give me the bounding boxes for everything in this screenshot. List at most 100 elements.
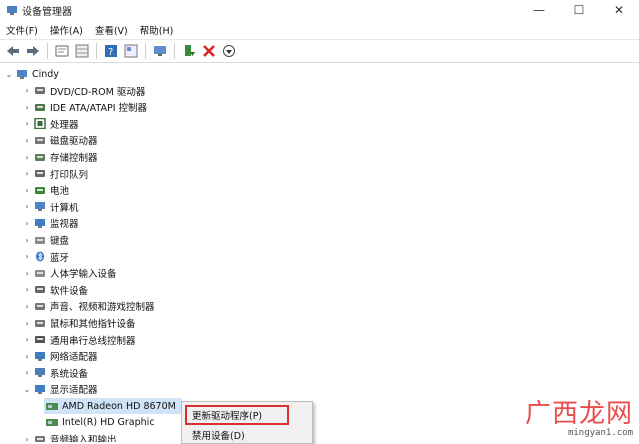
properties-icon[interactable]: [54, 43, 70, 59]
tree-category[interactable]: › 电池: [22, 182, 69, 198]
device-tree: ⌄ Cindy › DVD/CD-ROM 驱动器 › IDE ATA/ATAPI 控制…: [0, 66, 639, 442]
grid2-icon[interactable]: [123, 43, 139, 59]
grid-icon[interactable]: [74, 43, 90, 59]
tree-category[interactable]: › 处理器: [22, 116, 79, 132]
usb-icon: [34, 334, 46, 345]
toolbar-separator: [47, 43, 48, 59]
tree-category[interactable]: › 蓝牙: [22, 249, 69, 265]
monitor-icon[interactable]: [152, 43, 168, 59]
toolbar-separator: [145, 43, 146, 59]
chevron-right-icon[interactable]: ›: [22, 149, 32, 165]
tree-category-label: DVD/CD-ROM 驱动器: [50, 86, 146, 98]
chevron-right-icon[interactable]: ›: [22, 132, 32, 148]
tree-category-label: 打印队列: [50, 169, 89, 181]
toolbar: ?: [0, 40, 639, 63]
display-adapter-icon: [34, 384, 46, 395]
toolbar-separator: [174, 43, 175, 59]
tree-category-label: 处理器: [50, 119, 79, 131]
battery-icon: [34, 185, 46, 196]
tree-category[interactable]: › 打印队列: [22, 166, 88, 182]
menu-action[interactable]: 操作(A): [44, 23, 89, 37]
dvd-drive-icon: [34, 85, 46, 96]
chevron-right-icon[interactable]: ›: [22, 348, 32, 364]
back-arrow-icon[interactable]: [5, 43, 21, 59]
close-button[interactable]: ✕: [599, 0, 639, 20]
tree-category[interactable]: › 键盘: [22, 232, 69, 248]
tree-category[interactable]: › 鼠标和其他指针设备: [22, 315, 136, 331]
context-disable-device[interactable]: 禁用设备(D): [182, 426, 312, 444]
uninstall-x-icon[interactable]: [201, 43, 217, 59]
menu-file[interactable]: 文件(F): [0, 23, 44, 37]
device-manager-app-icon: [6, 4, 18, 16]
tree-category[interactable]: › 监视器: [22, 215, 79, 231]
tree-device[interactable]: Intel(R) HD Graphic: [44, 415, 155, 431]
tree-category-label: 鼠标和其他指针设备: [50, 319, 136, 330]
ide-controller-icon: [34, 102, 46, 113]
hid-icon: [34, 268, 46, 279]
tree-category[interactable]: › 通用串行总线控制器: [22, 332, 135, 348]
chevron-right-icon[interactable]: ›: [22, 83, 32, 99]
tree-category[interactable]: › 软件设备: [22, 282, 88, 298]
chevron-down-icon[interactable]: ⌄: [4, 66, 14, 82]
tree-category[interactable]: › 存储控制器: [22, 149, 98, 165]
svg-text:?: ?: [108, 47, 113, 58]
tree-category[interactable]: › IDE ATA/ATAPI 控制器: [22, 99, 147, 115]
tree-category-label: 软件设备: [50, 285, 89, 297]
tree-category-label: IDE ATA/ATAPI 控制器: [50, 103, 148, 115]
chevron-right-icon[interactable]: ›: [22, 215, 32, 231]
tree-category-label: 系统设备: [50, 368, 89, 380]
processor-icon: [34, 118, 46, 130]
tree-category-label: 监视器: [50, 219, 79, 231]
mouse-icon: [34, 318, 46, 329]
printer-icon: [34, 168, 46, 179]
tree-category[interactable]: › 人体学输入设备: [22, 265, 116, 281]
chevron-right-icon[interactable]: ›: [22, 182, 32, 198]
tree-category[interactable]: › 网络适配器: [22, 348, 98, 364]
chevron-right-icon[interactable]: ›: [22, 166, 32, 182]
chevron-right-icon[interactable]: ›: [22, 365, 32, 381]
tree-category[interactable]: ⌄ 显示适配器: [22, 381, 98, 397]
chevron-right-icon[interactable]: ›: [22, 332, 32, 348]
watermark: 广西龙网 mingyan1.com: [525, 400, 633, 438]
chevron-down-icon[interactable]: ⌄: [22, 381, 32, 397]
chevron-right-icon[interactable]: ›: [22, 249, 32, 265]
tree-category[interactable]: › 音频输入和输出: [22, 431, 117, 442]
chevron-right-icon[interactable]: ›: [22, 298, 32, 314]
chevron-right-icon[interactable]: ›: [22, 315, 32, 331]
chevron-right-icon[interactable]: ›: [22, 199, 32, 215]
minimize-button[interactable]: —: [519, 0, 559, 20]
tree-device-label: Intel(R) HD Graphic: [62, 417, 155, 429]
chevron-right-icon[interactable]: ›: [22, 116, 32, 132]
monitor-icon: [34, 218, 46, 229]
system-device-icon: [34, 367, 46, 378]
forward-arrow-icon[interactable]: [25, 43, 41, 59]
tree-category-label: 键盘: [50, 236, 70, 247]
watermark-text: 广西龙网: [524, 399, 633, 429]
disk-drive-icon: [34, 135, 46, 146]
tree-category[interactable]: › 磁盘驱动器: [22, 132, 97, 148]
tree-category-label: 音频输入和输出: [50, 435, 117, 442]
menu-view[interactable]: 查看(V): [89, 23, 134, 37]
tree-category-label: 存储控制器: [50, 153, 98, 164]
tree-category[interactable]: › 系统设备: [22, 365, 88, 381]
tree-device[interactable]: AMD Radeon HD 8670M: [44, 398, 182, 414]
add-driver-icon[interactable]: [181, 43, 197, 59]
scan-icon[interactable]: [221, 43, 237, 59]
tree-root[interactable]: ⌄ Cindy: [4, 66, 59, 82]
window-controls: — ☐ ✕: [519, 0, 639, 20]
computer-icon: [34, 201, 46, 212]
maximize-button[interactable]: ☐: [559, 0, 599, 20]
chevron-right-icon[interactable]: ›: [22, 99, 32, 115]
chevron-right-icon[interactable]: ›: [22, 431, 32, 442]
menu-help[interactable]: 帮助(H): [134, 23, 180, 37]
tree-category[interactable]: › 声音、视频和游戏控制器: [22, 298, 154, 314]
display-card-icon: [46, 401, 58, 412]
software-device-icon: [34, 284, 46, 295]
tree-category[interactable]: › DVD/CD-ROM 驱动器: [22, 83, 145, 99]
chevron-right-icon[interactable]: ›: [22, 265, 32, 281]
help-icon[interactable]: ?: [103, 43, 119, 59]
audio-io-icon: [34, 434, 46, 442]
chevron-right-icon[interactable]: ›: [22, 232, 32, 248]
tree-category[interactable]: › 计算机: [22, 199, 79, 215]
chevron-right-icon[interactable]: ›: [22, 282, 32, 298]
